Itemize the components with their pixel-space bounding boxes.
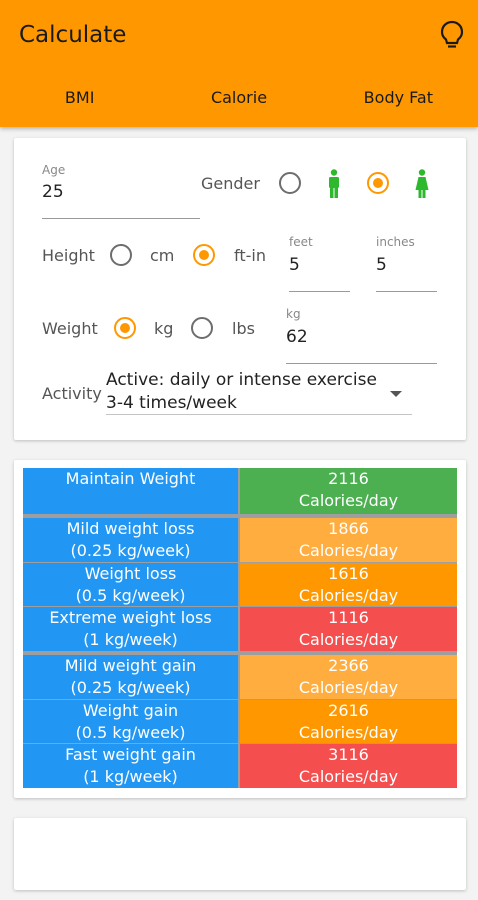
result-label: Mild weight gain bbox=[64, 656, 197, 675]
inches-underline bbox=[376, 291, 437, 292]
result-value-cell: 1866 Calories/day bbox=[240, 518, 457, 562]
height-ftin-radio[interactable] bbox=[193, 244, 215, 266]
result-value-cell: 2616 Calories/day bbox=[240, 700, 457, 743]
result-unit: Calories/day bbox=[298, 586, 399, 605]
result-label-cell: Fast weight gain (1 kg/week) bbox=[23, 744, 238, 788]
table-row: Mild weight loss (0.25 kg/week) 1866 Calor… bbox=[23, 518, 457, 562]
weight-input[interactable]: 62 bbox=[286, 327, 308, 347]
result-sub: (1 kg/week) bbox=[83, 630, 178, 649]
weight-lbs-label: lbs bbox=[232, 319, 255, 338]
activity-select[interactable]: Active: daily or intense exercise 3-4 ti… bbox=[106, 369, 391, 415]
result-value-cell: 2116 Calories/day bbox=[240, 468, 457, 514]
result-calories: 2366 bbox=[328, 656, 369, 675]
result-label-cell: Mild weight gain (0.25 kg/week) bbox=[23, 655, 238, 699]
result-label-cell: Weight loss (0.5 kg/week) bbox=[23, 563, 238, 606]
gender-male-radio[interactable] bbox=[279, 172, 301, 194]
gender-female-radio[interactable] bbox=[367, 172, 389, 194]
result-label-cell: Weight gain (0.5 kg/week) bbox=[23, 700, 238, 743]
result-value-cell: 1116 Calories/day bbox=[240, 607, 457, 651]
feet-input[interactable]: 5 bbox=[289, 255, 300, 275]
weight-unit-label: kg bbox=[286, 307, 301, 321]
result-unit: Calories/day bbox=[298, 491, 399, 510]
result-label: Weight loss bbox=[84, 564, 177, 583]
result-unit: Calories/day bbox=[298, 630, 399, 649]
result-label: Maintain Weight bbox=[65, 469, 196, 488]
age-underline bbox=[42, 218, 200, 219]
app-bar: Calculate BMI Calorie Body Fat bbox=[0, 0, 478, 127]
lightbulb-icon[interactable] bbox=[439, 20, 465, 50]
result-label: Extreme weight loss bbox=[49, 608, 212, 627]
result-calories: 1616 bbox=[328, 564, 369, 583]
result-sub: (0.25 kg/week) bbox=[70, 541, 191, 560]
weight-underline bbox=[286, 363, 437, 364]
result-sub: (1 kg/week) bbox=[83, 767, 178, 786]
table-row: Extreme weight loss (1 kg/week) 1116 Calor… bbox=[23, 607, 457, 651]
result-label-cell: Extreme weight loss (1 kg/week) bbox=[23, 607, 238, 651]
result-calories: 3116 bbox=[328, 745, 369, 764]
result-label: Mild weight loss bbox=[66, 519, 195, 538]
result-label: Fast weight gain bbox=[65, 745, 196, 764]
age-label: Age bbox=[42, 163, 66, 177]
result-calories: 1866 bbox=[328, 519, 369, 538]
result-unit: Calories/day bbox=[298, 767, 399, 786]
result-unit: Calories/day bbox=[298, 678, 399, 697]
result-unit: Calories/day bbox=[298, 723, 399, 742]
result-label-cell: Maintain Weight bbox=[23, 468, 238, 514]
female-icon bbox=[415, 169, 429, 198]
result-value-cell: 3116 Calories/day bbox=[240, 744, 457, 788]
result-value-cell: 2366 Calories/day bbox=[240, 655, 457, 699]
result-value-cell: 1616 Calories/day bbox=[240, 563, 457, 606]
activity-label: Activity bbox=[42, 384, 102, 403]
tab-bmi[interactable]: BMI bbox=[0, 80, 159, 127]
weight-label: Weight bbox=[42, 319, 98, 338]
gender-label: Gender bbox=[201, 174, 260, 193]
table-row: Weight loss (0.5 kg/week) 1616 Calories/da… bbox=[23, 563, 457, 606]
age-input[interactable]: 25 bbox=[42, 182, 64, 202]
result-calories: 2116 bbox=[328, 469, 369, 488]
results-table: Maintain Weight 2116 Calories/day Mild we… bbox=[23, 468, 457, 788]
weight-kg-radio[interactable] bbox=[114, 317, 136, 339]
result-sub: (0.5 kg/week) bbox=[75, 586, 186, 605]
inches-input[interactable]: 5 bbox=[376, 255, 387, 275]
ad-placeholder-card bbox=[14, 818, 466, 890]
result-sub: (0.5 kg/week) bbox=[75, 723, 186, 742]
height-ftin-label: ft-in bbox=[234, 246, 266, 265]
chevron-down-icon[interactable] bbox=[390, 391, 402, 397]
result-unit: Calories/day bbox=[298, 541, 399, 560]
weight-lbs-radio[interactable] bbox=[191, 317, 213, 339]
height-cm-label: cm bbox=[150, 246, 175, 265]
result-calories: 2616 bbox=[328, 701, 369, 720]
male-icon bbox=[329, 169, 339, 198]
tab-bar: BMI Calorie Body Fat bbox=[0, 80, 478, 127]
result-calories: 1116 bbox=[328, 608, 369, 627]
result-sub: (0.25 kg/week) bbox=[70, 678, 191, 697]
feet-label: feet bbox=[289, 235, 313, 249]
result-label: Weight gain bbox=[82, 701, 179, 720]
page-title: Calculate bbox=[19, 22, 127, 48]
table-row: Mild weight gain (0.25 kg/week) 2366 Calor… bbox=[23, 655, 457, 699]
tab-calorie[interactable]: Calorie bbox=[159, 80, 318, 127]
inches-label: inches bbox=[376, 235, 415, 249]
weight-kg-label: kg bbox=[154, 319, 174, 338]
height-cm-radio[interactable] bbox=[110, 244, 132, 266]
tab-body-fat[interactable]: Body Fat bbox=[319, 80, 478, 127]
table-row: Fast weight gain (1 kg/week) 3116 Calories… bbox=[23, 744, 457, 788]
table-row: Maintain Weight 2116 Calories/day bbox=[23, 468, 457, 514]
feet-underline bbox=[289, 291, 350, 292]
table-row: Weight gain (0.5 kg/week) 2616 Calories/da… bbox=[23, 700, 457, 743]
activity-underline bbox=[106, 414, 412, 415]
result-label-cell: Mild weight loss (0.25 kg/week) bbox=[23, 518, 238, 562]
height-label: Height bbox=[42, 246, 95, 265]
